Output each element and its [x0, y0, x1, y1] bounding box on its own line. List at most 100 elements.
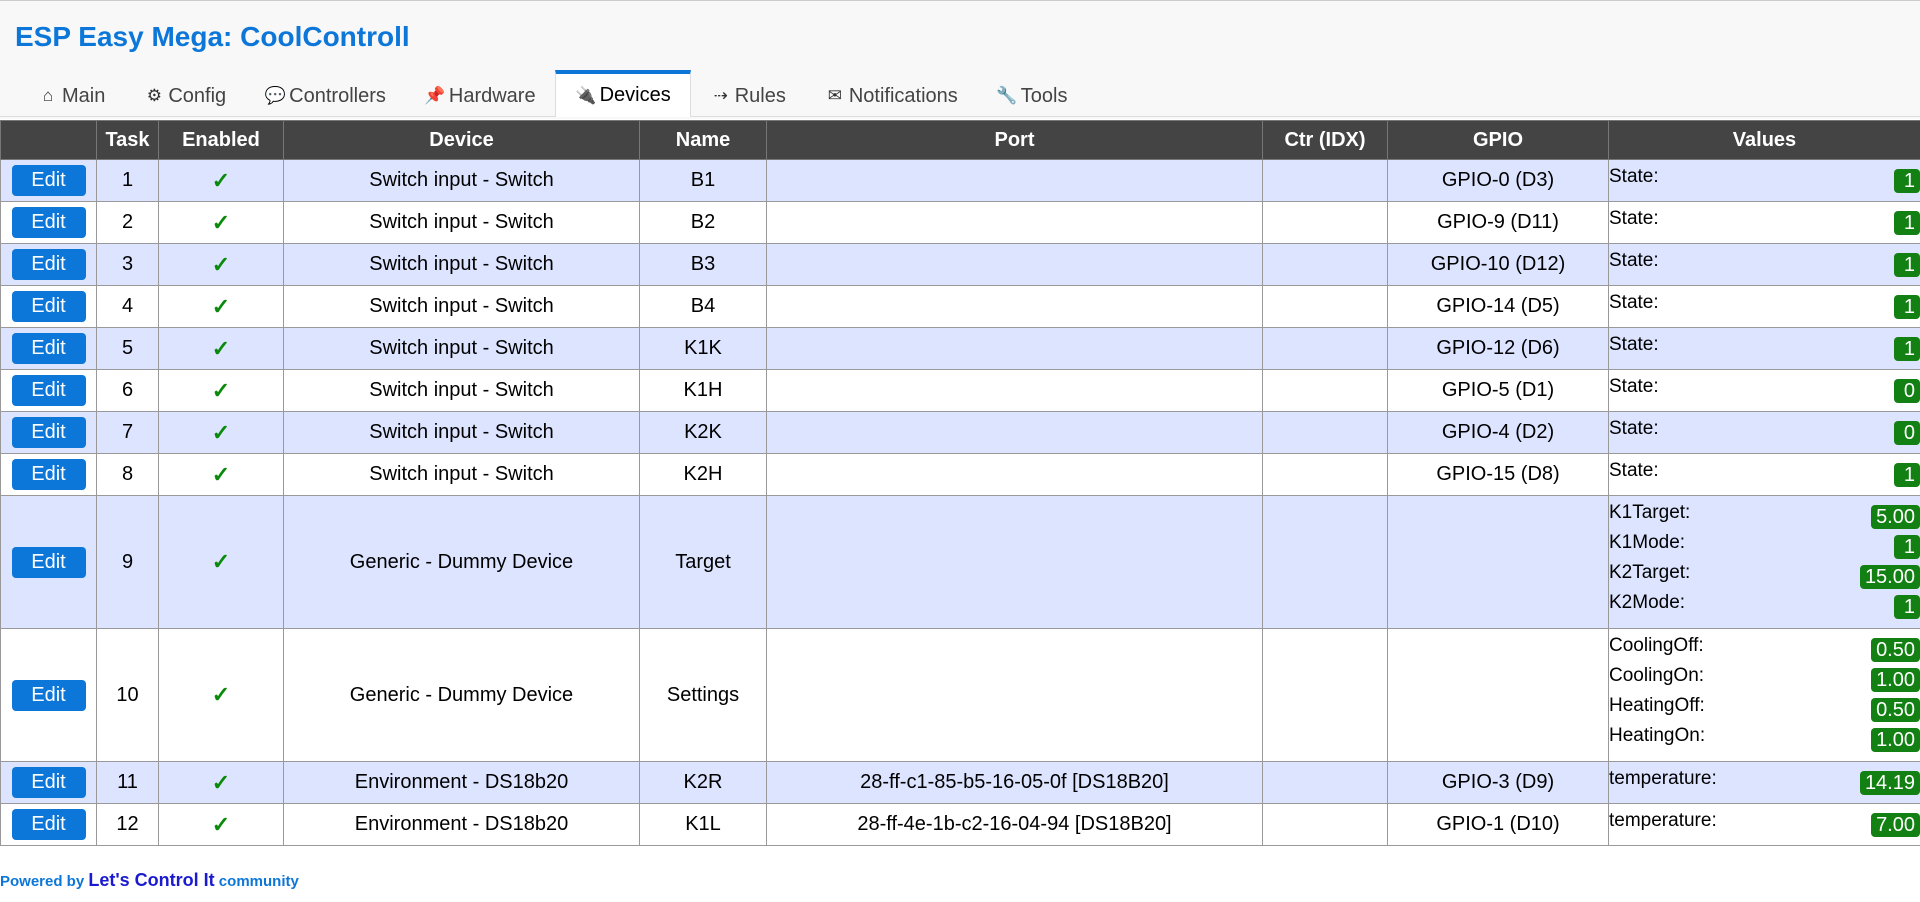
value-name: State: — [1609, 417, 1659, 439]
tab-rules[interactable]: ⇢ Rules — [691, 75, 805, 117]
port-cell — [766, 159, 1263, 202]
name-cell: K2R — [639, 761, 767, 804]
value-name: temperature: — [1609, 767, 1717, 789]
table-row: Edit 9 ✓ Generic - Dummy Device Target K1Targ… — [0, 495, 1920, 629]
edit-button[interactable]: Edit — [11, 291, 86, 322]
edit-button[interactable]: Edit — [11, 249, 86, 280]
gpio-cell: GPIO-4 (D2) — [1387, 411, 1609, 454]
footer: Powered by Let's Control It community — [0, 870, 299, 891]
tab-config[interactable]: ⚙ Config — [124, 75, 245, 117]
values-cell: CoolingOff: 0.50 CoolingOn: 1.00 HeatingOff:… — [1608, 628, 1920, 762]
table-row: Edit 1 ✓ Switch input - Switch B1 GPIO-0 (D3)… — [0, 159, 1920, 202]
tab-devices[interactable]: 🔌 Devices — [554, 70, 691, 117]
values-cell: State: 1 — [1608, 285, 1920, 328]
table-row: Edit 12 ✓ Environment - DS18b20 K1L 28-ff-4e-… — [0, 803, 1920, 846]
app-title: ESP Easy Mega: CoolControll — [15, 21, 410, 52]
gpio-cell: GPIO-10 (D12) — [1387, 243, 1609, 286]
tab-tools[interactable]: 🔧 Tools — [977, 75, 1087, 117]
value-badge: 14.19 — [1859, 770, 1920, 795]
edit-button[interactable]: Edit — [11, 679, 86, 711]
enabled-cell: ✓ — [158, 243, 284, 286]
device-cell: Generic - Dummy Device — [283, 495, 640, 629]
task-cell: 6 — [96, 369, 159, 412]
tab-label: Main — [62, 84, 106, 107]
edit-button[interactable]: Edit — [11, 165, 86, 196]
wrench-icon: 🔧 — [996, 86, 1018, 105]
main-tabs: ⌂ Main ⚙ Config 💬 Controllers 📌 Hardware 🔌 Device… — [18, 70, 1087, 117]
checkmark-icon: ✓ — [211, 335, 231, 361]
value-row: State: 1 — [1609, 250, 1920, 280]
device-cell: Environment - DS18b20 — [283, 761, 640, 804]
task-cell: 5 — [96, 327, 159, 370]
gpio-cell: GPIO-12 (D6) — [1387, 327, 1609, 370]
name-cell: Target — [639, 495, 767, 629]
device-cell: Generic - Dummy Device — [283, 628, 640, 762]
enabled-cell: ✓ — [158, 327, 284, 370]
value-row: HeatingOn: 1.00 — [1609, 725, 1920, 755]
gpio-cell: GPIO-9 (D11) — [1387, 201, 1609, 244]
edit-button[interactable]: Edit — [11, 417, 86, 448]
table-row: Edit 11 ✓ Environment - DS18b20 K2R 28-ff-c1-… — [0, 761, 1920, 804]
task-cell: 9 — [96, 495, 159, 629]
tab-main[interactable]: ⌂ Main — [18, 75, 124, 117]
edit-button[interactable]: Edit — [11, 546, 86, 578]
device-cell: Switch input - Switch — [283, 369, 640, 412]
ctr-idx-cell — [1262, 495, 1388, 629]
checkmark-icon: ✓ — [211, 377, 231, 403]
edit-button[interactable]: Edit — [11, 375, 86, 406]
ctr-idx-cell — [1262, 201, 1388, 244]
header-enabled: Enabled — [158, 120, 284, 160]
value-badge: 0 — [1894, 420, 1920, 445]
value-row: K1Mode: 1 — [1609, 532, 1920, 562]
tab-label: Controllers — [289, 84, 386, 107]
name-cell: B1 — [639, 159, 767, 202]
checkmark-icon: ✓ — [211, 461, 231, 487]
edit-button[interactable]: Edit — [11, 809, 86, 840]
gpio-cell — [1387, 628, 1609, 762]
footer-suffix: community — [214, 873, 299, 890]
edit-cell: Edit — [0, 201, 97, 244]
gpio-cell: GPIO-5 (D1) — [1387, 369, 1609, 412]
value-name: State: — [1609, 375, 1659, 397]
values-cell: temperature: 14.19 — [1608, 761, 1920, 804]
footer-link[interactable]: Let's Control It — [88, 870, 214, 890]
edit-button[interactable]: Edit — [11, 459, 86, 490]
edit-button[interactable]: Edit — [11, 207, 86, 238]
header-gpio: GPIO — [1387, 120, 1609, 160]
value-row: temperature: 7.00 — [1609, 810, 1920, 840]
enabled-cell: ✓ — [158, 411, 284, 454]
checkmark-icon: ✓ — [211, 293, 231, 319]
edit-button[interactable]: Edit — [11, 333, 86, 364]
header-name: Name — [639, 120, 767, 160]
table-row: Edit 5 ✓ Switch input - Switch K1K GPIO-12 (D… — [0, 327, 1920, 370]
value-name: State: — [1609, 207, 1659, 229]
value-name: K2Target: — [1609, 562, 1691, 583]
ctr-idx-cell — [1262, 327, 1388, 370]
gpio-cell: GPIO-1 (D10) — [1387, 803, 1609, 846]
ctr-idx-cell — [1262, 411, 1388, 454]
task-cell: 1 — [96, 159, 159, 202]
edit-cell: Edit — [0, 285, 97, 328]
tab-label: Tools — [1020, 84, 1068, 107]
value-row: K2Mode: 1 — [1609, 592, 1920, 622]
checkmark-icon: ✓ — [211, 209, 231, 235]
name-cell: Settings — [639, 628, 767, 762]
gpio-cell: GPIO-15 (D8) — [1387, 453, 1609, 496]
values-cell: K1Target: 5.00 K1Mode: 1 K2Target: 15.00 K2Mod… — [1608, 495, 1920, 629]
value-name: CoolingOn: — [1609, 665, 1705, 686]
value-row: State: 1 — [1609, 166, 1920, 196]
tab-controllers[interactable]: 💬 Controllers — [245, 75, 405, 117]
value-row: CoolingOff: 0.50 — [1609, 635, 1920, 665]
task-cell: 2 — [96, 201, 159, 244]
port-cell — [766, 369, 1263, 412]
pushpin-icon: 📌 — [424, 86, 446, 105]
table-row: Edit 2 ✓ Switch input - Switch B2 GPIO-9 (D11… — [0, 201, 1920, 244]
value-row: State: 0 — [1609, 376, 1920, 406]
value-badge: 1 — [1894, 595, 1920, 619]
tab-notifications[interactable]: ✉ Notifications — [805, 75, 977, 117]
checkmark-icon: ✓ — [211, 549, 231, 574]
values-cell: temperature: 7.00 — [1608, 803, 1920, 846]
enabled-cell: ✓ — [158, 803, 284, 846]
edit-button[interactable]: Edit — [11, 767, 86, 798]
tab-hardware[interactable]: 📌 Hardware — [405, 75, 555, 117]
